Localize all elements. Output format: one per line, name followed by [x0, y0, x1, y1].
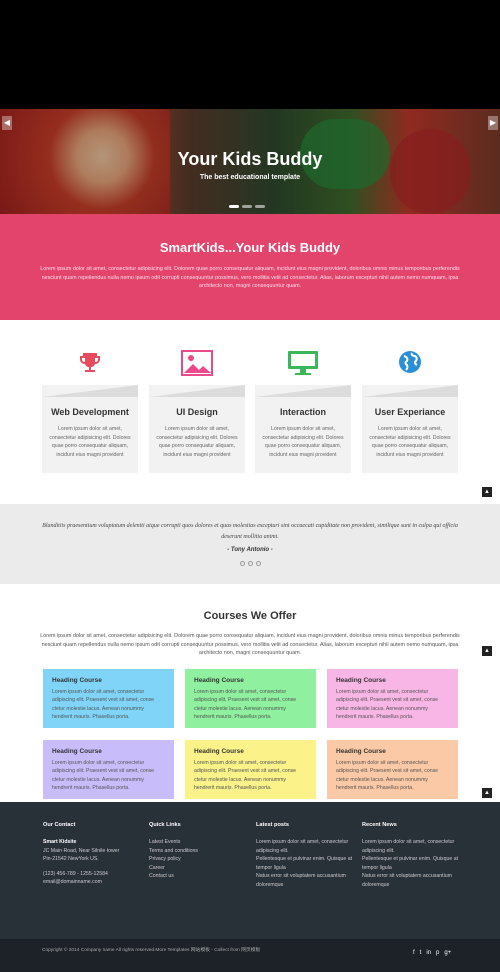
- course-text: Lorem ipsum dolor sit amet, consectetur …: [194, 760, 297, 791]
- image-icon: [181, 350, 213, 376]
- service-text: Lorem ipsum dolor sit amet, consectetur …: [262, 426, 344, 458]
- testimonial-author: - Tony Antonio -: [227, 547, 273, 553]
- slider-next-button[interactable]: ▶: [488, 116, 498, 130]
- course-card[interactable]: Heading Course Lorem ipsum dolor sit ame…: [185, 669, 316, 728]
- scroll-top-button[interactable]: ▲: [482, 487, 492, 497]
- hero-slider: ◀ ▶ Your Kids Buddy The best educational…: [0, 109, 500, 214]
- course-title: Heading Course: [336, 748, 386, 755]
- course-text: Lorem ipsum dolor sit amet, consectetur …: [336, 760, 439, 791]
- top-header: [0, 0, 500, 109]
- scroll-top-button[interactable]: ▲: [482, 646, 492, 656]
- intro-text: Lorem ipsum dolor sit amet, consectetur …: [40, 266, 460, 289]
- slider-prev-button[interactable]: ◀: [2, 116, 12, 130]
- bottom-bar: Copyright © 2014 Company name All rights…: [0, 939, 500, 972]
- footer: Our Contact Smart Kidsite JC Main Road, …: [0, 802, 500, 939]
- course-card[interactable]: Heading Course Lorem ipsum dolor sit ame…: [185, 740, 316, 799]
- footer-latest-title: Latest posts: [256, 822, 289, 828]
- footer-link[interactable]: Terms and conditions: [149, 847, 249, 856]
- hero-subtitle: The best educational template: [199, 174, 301, 181]
- intro-heading: SmartKids...Your Kids Buddy: [159, 240, 341, 255]
- footer-link[interactable]: Latest Events: [149, 838, 249, 847]
- latest-post[interactable]: Pellentesque et pulvinar enim. Quisque a…: [256, 855, 356, 872]
- testimonial-section: Blanditiis praesentium voluptatum deleni…: [0, 504, 500, 584]
- course-text: Lorem ipsum dolor sit amet, consectetur …: [52, 689, 155, 720]
- testimonial-quote: Blanditiis praesentium voluptatum deleni…: [42, 523, 458, 540]
- latest-post[interactable]: Lorem ipsum dolor sit amet, consectetur …: [256, 838, 356, 855]
- service-title: UI Design: [176, 407, 218, 417]
- course-text: Lorem ipsum dolor sit amet, consectetur …: [194, 689, 297, 720]
- hero-title: Your Kids Buddy: [177, 149, 323, 169]
- contact-name: Smart Kidsite: [43, 839, 77, 845]
- contact-phone: (123) 456-789 - 1255-12584: [43, 870, 108, 877]
- course-card[interactable]: Heading Course Lorem ipsum dolor sit ame…: [43, 740, 174, 799]
- courses-heading: Courses We Offer: [203, 610, 297, 622]
- chevron-right-icon: ▶: [489, 118, 497, 127]
- course-title: Heading Course: [52, 677, 102, 684]
- testimonial-dot[interactable]: [239, 561, 245, 566]
- latest-post[interactable]: Natus error sit voluptatem accusantium d…: [256, 872, 356, 889]
- footer-links: Quick Links Latest Events Terms and cond…: [149, 822, 249, 881]
- course-card[interactable]: Heading Course Lorem ipsum dolor sit ame…: [327, 669, 458, 728]
- services-section: Web Development Lorem ipsum dolor sit am…: [0, 320, 500, 504]
- social-links: f t in p g+: [413, 950, 451, 956]
- slider-dot[interactable]: [255, 205, 265, 208]
- recent-news-item[interactable]: Lorem ipsum dolor sit amet, consectetur …: [362, 838, 462, 855]
- testimonial-dot[interactable]: [247, 561, 253, 566]
- course-text: Lorem ipsum dolor sit amet, consectetur …: [336, 689, 439, 720]
- contact-email[interactable]: email@domainname.com: [43, 878, 143, 887]
- footer-latest-posts: Latest posts Lorem ipsum dolor sit amet,…: [256, 822, 356, 889]
- footer-contact-title: Our Contact: [43, 822, 76, 828]
- footer-recent-news: Recent News Lorem ipsum dolor sit amet, …: [362, 822, 462, 889]
- footer-news-title: Recent News: [362, 822, 397, 828]
- footer-link[interactable]: Contact us: [149, 872, 249, 881]
- courses-lead: Lorem ipsum dolor sit amet, consectetur …: [40, 633, 460, 657]
- scroll-top-button[interactable]: ▲: [482, 788, 492, 798]
- linkedin-icon[interactable]: in: [426, 950, 431, 956]
- service-title: Web Development: [51, 407, 129, 417]
- testimonial-dot[interactable]: [255, 561, 261, 566]
- footer-contact: Our Contact Smart Kidsite JC Main Road, …: [43, 822, 143, 887]
- slider-dot[interactable]: [229, 205, 239, 208]
- service-title: User Experiance: [374, 407, 446, 417]
- contact-address-2: Pin-21542 NewYork US.: [43, 856, 99, 862]
- course-text: Lorem ipsum dolor sit amet, consectetur …: [52, 760, 155, 791]
- course-card[interactable]: Heading Course Lorem ipsum dolor sit ame…: [327, 740, 458, 799]
- service-title: Interaction: [279, 407, 326, 417]
- intro-section: SmartKids...Your Kids Buddy Lorem ipsum …: [0, 214, 500, 320]
- course-card[interactable]: Heading Course Lorem ipsum dolor sit ame…: [43, 669, 174, 728]
- footer-link[interactable]: Privacy policy: [149, 855, 249, 864]
- slider-dot[interactable]: [242, 205, 252, 208]
- footer-link[interactable]: Career: [149, 864, 249, 873]
- courses-section: Courses We Offer Lorem ipsum dolor sit a…: [0, 584, 500, 802]
- trophy-icon: [78, 350, 102, 374]
- testimonial-dots: [0, 561, 500, 566]
- copyright: Copyright © 2014 Company name All rights…: [42, 948, 261, 953]
- recent-news-item[interactable]: Natus error sit voluptatem accusantium d…: [362, 872, 462, 889]
- footer-links-title: Quick Links: [149, 822, 181, 828]
- service-text: Lorem ipsum dolor sit amet, consectetur …: [156, 426, 238, 458]
- pinterest-icon[interactable]: p: [436, 950, 439, 956]
- chevron-left-icon: ◀: [3, 118, 11, 127]
- chevron-up-icon: ▲: [484, 489, 490, 495]
- chevron-up-icon: ▲: [484, 648, 490, 654]
- google-plus-icon[interactable]: g+: [444, 950, 451, 956]
- course-title: Heading Course: [194, 748, 244, 755]
- course-title: Heading Course: [194, 677, 244, 684]
- slider-dots: [229, 205, 265, 208]
- course-title: Heading Course: [336, 677, 386, 684]
- chevron-up-icon: ▲: [484, 790, 490, 796]
- twitter-icon[interactable]: t: [420, 950, 422, 956]
- facebook-icon[interactable]: f: [413, 950, 415, 956]
- service-text: Lorem ipsum dolor sit amet, consectetur …: [49, 426, 131, 458]
- monitor-icon: [287, 350, 319, 375]
- recent-news-item[interactable]: Pellentesque et pulvinar enim. Quisque a…: [362, 855, 462, 872]
- globe-icon: [398, 350, 422, 374]
- course-title: Heading Course: [52, 748, 102, 755]
- service-text: Lorem ipsum dolor sit amet, consectetur …: [369, 426, 451, 458]
- contact-address-1: JC Main Road, Near Silnile tower: [43, 847, 120, 854]
